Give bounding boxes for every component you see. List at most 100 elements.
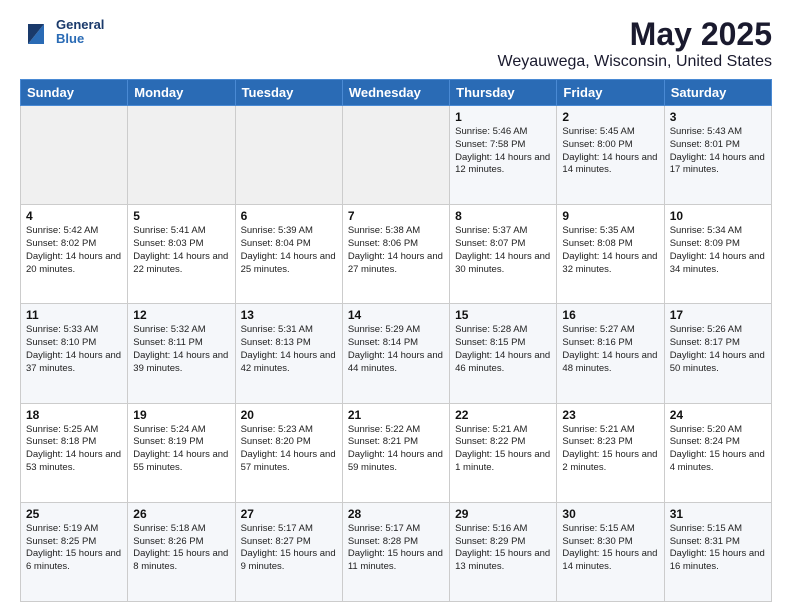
- weekday-header: Wednesday: [342, 80, 449, 106]
- day-number: 3: [670, 110, 766, 124]
- page-subtitle: Weyauwega, Wisconsin, United States: [498, 53, 773, 71]
- weekday-header: Sunday: [21, 80, 128, 106]
- calendar-cell: 8Sunrise: 5:37 AM Sunset: 8:07 PM Daylig…: [450, 205, 557, 304]
- day-number: 10: [670, 209, 766, 223]
- day-detail: Sunrise: 5:25 AM Sunset: 8:18 PM Dayligh…: [26, 424, 122, 475]
- calendar-cell: 11 Sunrise: 5:33 AM Sunset: 8:10 PM Dayli…: [21, 304, 128, 403]
- day-number: 17: [670, 308, 766, 322]
- calendar-table: SundayMondayTuesdayWednesdayThursdayFrid…: [20, 79, 772, 602]
- day-detail: Sunrise: 5:28 AM Sunset: 8:15 PM Dayligh…: [455, 324, 551, 375]
- day-detail: Sunrise: 5:34 AM Sunset: 8:09 PM Dayligh…: [670, 225, 766, 276]
- weekday-header: Friday: [557, 80, 664, 106]
- calendar-week-row: 25 Sunrise: 5:19 AM Sunset: 8:25 PM Dayli…: [21, 502, 772, 601]
- calendar-cell: 10 Sunrise: 5:34 AM Sunset: 8:09 PM Dayli…: [664, 205, 771, 304]
- day-number: 28: [348, 507, 444, 521]
- day-number: 30: [562, 507, 658, 521]
- day-detail: Sunrise: 5:41 AM Sunset: 8:03 PM Dayligh…: [133, 225, 229, 276]
- calendar-cell: 25 Sunrise: 5:19 AM Sunset: 8:25 PM Dayli…: [21, 502, 128, 601]
- day-number: 13: [241, 308, 337, 322]
- day-detail: Sunrise: 5:46 AM Sunset: 7:58 PM Dayligh…: [455, 126, 551, 177]
- calendar-cell: 23 Sunrise: 5:21 AM Sunset: 8:23 PM Dayli…: [557, 403, 664, 502]
- weekday-header: Tuesday: [235, 80, 342, 106]
- day-number: 6: [241, 209, 337, 223]
- logo-text: General Blue: [56, 18, 104, 47]
- day-detail: Sunrise: 5:15 AM Sunset: 8:30 PM Dayligh…: [562, 523, 658, 574]
- day-detail: Sunrise: 5:27 AM Sunset: 8:16 PM Dayligh…: [562, 324, 658, 375]
- calendar-cell: 6 Sunrise: 5:39 AM Sunset: 8:04 PM Daylig…: [235, 205, 342, 304]
- day-number: 23: [562, 408, 658, 422]
- day-number: 11: [26, 308, 122, 322]
- day-detail: Sunrise: 5:45 AM Sunset: 8:00 PM Dayligh…: [562, 126, 658, 177]
- calendar-cell: [235, 106, 342, 205]
- day-number: 1: [455, 110, 551, 124]
- calendar-cell: [128, 106, 235, 205]
- day-number: 22: [455, 408, 551, 422]
- day-detail: Sunrise: 5:39 AM Sunset: 8:04 PM Dayligh…: [241, 225, 337, 276]
- calendar-week-row: 11 Sunrise: 5:33 AM Sunset: 8:10 PM Dayli…: [21, 304, 772, 403]
- day-detail: Sunrise: 5:18 AM Sunset: 8:26 PM Dayligh…: [133, 523, 229, 574]
- day-number: 31: [670, 507, 766, 521]
- day-detail: Sunrise: 5:16 AM Sunset: 8:29 PM Dayligh…: [455, 523, 551, 574]
- day-detail: Sunrise: 5:32 AM Sunset: 8:11 PM Dayligh…: [133, 324, 229, 375]
- calendar-cell: 5 Sunrise: 5:41 AM Sunset: 8:03 PM Daylig…: [128, 205, 235, 304]
- day-detail: Sunrise: 5:19 AM Sunset: 8:25 PM Dayligh…: [26, 523, 122, 574]
- calendar-cell: 30 Sunrise: 5:15 AM Sunset: 8:30 PM Dayli…: [557, 502, 664, 601]
- weekday-header: Saturday: [664, 80, 771, 106]
- day-number: 5: [133, 209, 229, 223]
- day-number: 29: [455, 507, 551, 521]
- day-number: 4: [26, 209, 122, 223]
- calendar-cell: [342, 106, 449, 205]
- page-title: May 2025: [498, 16, 773, 53]
- header: General Blue May 2025 Weyauwega, Wiscons…: [20, 16, 772, 71]
- day-detail: Sunrise: 5:43 AM Sunset: 8:01 PM Dayligh…: [670, 126, 766, 177]
- day-number: 19: [133, 408, 229, 422]
- day-detail: Sunrise: 5:22 AM Sunset: 8:21 PM Dayligh…: [348, 424, 444, 475]
- day-number: 25: [26, 507, 122, 521]
- day-detail: Sunrise: 5:15 AM Sunset: 8:31 PM Dayligh…: [670, 523, 766, 574]
- calendar-cell: 1 Sunrise: 5:46 AM Sunset: 7:58 PM Daylig…: [450, 106, 557, 205]
- calendar-cell: 3 Sunrise: 5:43 AM Sunset: 8:01 PM Daylig…: [664, 106, 771, 205]
- day-number: 9: [562, 209, 658, 223]
- day-number: 15: [455, 308, 551, 322]
- day-number: 21: [348, 408, 444, 422]
- page: General Blue May 2025 Weyauwega, Wiscons…: [0, 0, 792, 612]
- calendar-cell: 29 Sunrise: 5:16 AM Sunset: 8:29 PM Dayli…: [450, 502, 557, 601]
- calendar-cell: 15 Sunrise: 5:28 AM Sunset: 8:15 PM Dayli…: [450, 304, 557, 403]
- day-detail: Sunrise: 5:20 AM Sunset: 8:24 PM Dayligh…: [670, 424, 766, 475]
- weekday-header: Monday: [128, 80, 235, 106]
- title-section: May 2025 Weyauwega, Wisconsin, United St…: [498, 16, 773, 71]
- calendar-cell: 9Sunrise: 5:35 AM Sunset: 8:08 PM Daylig…: [557, 205, 664, 304]
- day-number: 24: [670, 408, 766, 422]
- day-detail: Sunrise: 5:38 AM Sunset: 8:06 PM Dayligh…: [348, 225, 444, 276]
- calendar-cell: 4Sunrise: 5:42 AM Sunset: 8:02 PM Daylig…: [21, 205, 128, 304]
- calendar-cell: 31 Sunrise: 5:15 AM Sunset: 8:31 PM Dayli…: [664, 502, 771, 601]
- day-detail: Sunrise: 5:23 AM Sunset: 8:20 PM Dayligh…: [241, 424, 337, 475]
- calendar-cell: 16Sunrise: 5:27 AM Sunset: 8:16 PM Dayli…: [557, 304, 664, 403]
- calendar-cell: 12Sunrise: 5:32 AM Sunset: 8:11 PM Dayli…: [128, 304, 235, 403]
- calendar-cell: [21, 106, 128, 205]
- calendar-week-row: 4Sunrise: 5:42 AM Sunset: 8:02 PM Daylig…: [21, 205, 772, 304]
- calendar-cell: 14Sunrise: 5:29 AM Sunset: 8:14 PM Dayli…: [342, 304, 449, 403]
- calendar-cell: 17 Sunrise: 5:26 AM Sunset: 8:17 PM Dayli…: [664, 304, 771, 403]
- calendar-cell: 20Sunrise: 5:23 AM Sunset: 8:20 PM Dayli…: [235, 403, 342, 502]
- day-detail: Sunrise: 5:33 AM Sunset: 8:10 PM Dayligh…: [26, 324, 122, 375]
- day-detail: Sunrise: 5:26 AM Sunset: 8:17 PM Dayligh…: [670, 324, 766, 375]
- weekday-header: Thursday: [450, 80, 557, 106]
- calendar-cell: 21 Sunrise: 5:22 AM Sunset: 8:21 PM Dayli…: [342, 403, 449, 502]
- day-number: 27: [241, 507, 337, 521]
- day-number: 18: [26, 408, 122, 422]
- calendar-cell: 22Sunrise: 5:21 AM Sunset: 8:22 PM Dayli…: [450, 403, 557, 502]
- calendar-cell: 18 Sunrise: 5:25 AM Sunset: 8:18 PM Dayli…: [21, 403, 128, 502]
- day-detail: Sunrise: 5:37 AM Sunset: 8:07 PM Dayligh…: [455, 225, 551, 276]
- day-number: 26: [133, 507, 229, 521]
- calendar-cell: 24 Sunrise: 5:20 AM Sunset: 8:24 PM Dayli…: [664, 403, 771, 502]
- calendar-cell: 2Sunrise: 5:45 AM Sunset: 8:00 PM Daylig…: [557, 106, 664, 205]
- logo-icon: [20, 16, 52, 48]
- calendar-cell: 27Sunrise: 5:17 AM Sunset: 8:27 PM Dayli…: [235, 502, 342, 601]
- header-row: SundayMondayTuesdayWednesdayThursdayFrid…: [21, 80, 772, 106]
- day-number: 7: [348, 209, 444, 223]
- calendar-week-row: 1 Sunrise: 5:46 AM Sunset: 7:58 PM Daylig…: [21, 106, 772, 205]
- day-detail: Sunrise: 5:21 AM Sunset: 8:23 PM Dayligh…: [562, 424, 658, 475]
- calendar-cell: 26 Sunrise: 5:18 AM Sunset: 8:26 PM Dayli…: [128, 502, 235, 601]
- day-detail: Sunrise: 5:31 AM Sunset: 8:13 PM Dayligh…: [241, 324, 337, 375]
